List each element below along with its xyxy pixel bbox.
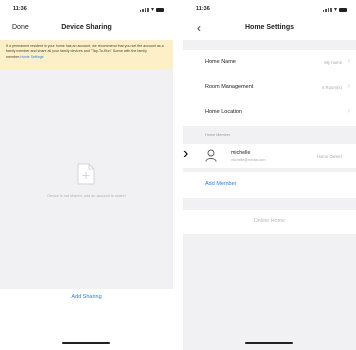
status-icons: ▾ bbox=[322, 6, 347, 13]
add-member-button[interactable]: Add Member bbox=[205, 181, 237, 187]
chevron-right-icon: › bbox=[347, 83, 350, 90]
banner-text-wrap: If a permanent resident in your home has… bbox=[0, 40, 173, 64]
row-label: Home Location bbox=[205, 109, 242, 115]
member-row[interactable]: michelle michelle@media.com Home Owner › bbox=[183, 145, 356, 167]
chevron-right-icon: › bbox=[347, 108, 350, 115]
row-value: 6 Room(s) bbox=[321, 85, 342, 90]
wifi-icon: ▾ bbox=[333, 7, 337, 13]
row-label: Room Management bbox=[205, 84, 254, 90]
delete-home-button[interactable]: Delete Home bbox=[183, 218, 356, 224]
signal-icon bbox=[139, 7, 149, 12]
add-sharing-button[interactable]: Add Sharing bbox=[0, 294, 173, 300]
member-role: Home Owner bbox=[316, 154, 342, 159]
home-indicator bbox=[62, 342, 110, 344]
signal-icon bbox=[322, 7, 332, 12]
wifi-icon: ▾ bbox=[150, 7, 154, 13]
status-bar: 11:36 ▾ bbox=[183, 6, 356, 16]
home-settings-screen: 11:36 ▾ ‹ Home Settings Home Name My hom… bbox=[183, 0, 356, 350]
home-indicator bbox=[245, 342, 293, 344]
device-sharing-screen: 11:36 ▾ Done Device Sharing If a permane… bbox=[0, 0, 173, 350]
battery-icon bbox=[339, 7, 347, 12]
nav-bar: Done Device Sharing bbox=[0, 20, 173, 38]
row-value: My home bbox=[324, 60, 342, 65]
add-document-icon bbox=[77, 163, 95, 185]
row-label: Home Name bbox=[205, 59, 236, 65]
chevron-right-icon: › bbox=[347, 58, 350, 65]
chevron-right-icon: › bbox=[183, 145, 189, 162]
nav-bar: ‹ Home Settings bbox=[183, 20, 356, 38]
status-icons: ▾ bbox=[139, 6, 164, 13]
status-time: 11:36 bbox=[196, 6, 210, 12]
room-management-row[interactable]: Room Management 6 Room(s) › bbox=[183, 78, 356, 98]
battery-icon bbox=[156, 7, 164, 12]
info-banner: If a permanent resident in your home has… bbox=[0, 40, 173, 69]
member-name: michelle bbox=[231, 150, 251, 156]
page-title: Device Sharing bbox=[61, 24, 112, 31]
home-location-row[interactable]: Home Location › bbox=[183, 103, 356, 123]
section-spacer bbox=[183, 40, 356, 50]
user-avatar-icon bbox=[205, 149, 217, 162]
home-name-row[interactable]: Home Name My home › bbox=[183, 53, 356, 73]
member-email: michelle@media.com bbox=[231, 158, 266, 162]
status-bar: 11:36 ▾ bbox=[0, 6, 173, 16]
status-time: 11:36 bbox=[13, 6, 27, 12]
member-divider bbox=[183, 168, 356, 172]
home-settings-link[interactable]: Home Settings bbox=[20, 55, 44, 59]
empty-state-text: Device is not shared, add an account to … bbox=[47, 194, 126, 198]
page-title: Home Settings bbox=[244, 24, 294, 31]
section-header: Home Member bbox=[205, 133, 231, 137]
delete-home-row[interactable]: Delete Home bbox=[183, 210, 356, 234]
